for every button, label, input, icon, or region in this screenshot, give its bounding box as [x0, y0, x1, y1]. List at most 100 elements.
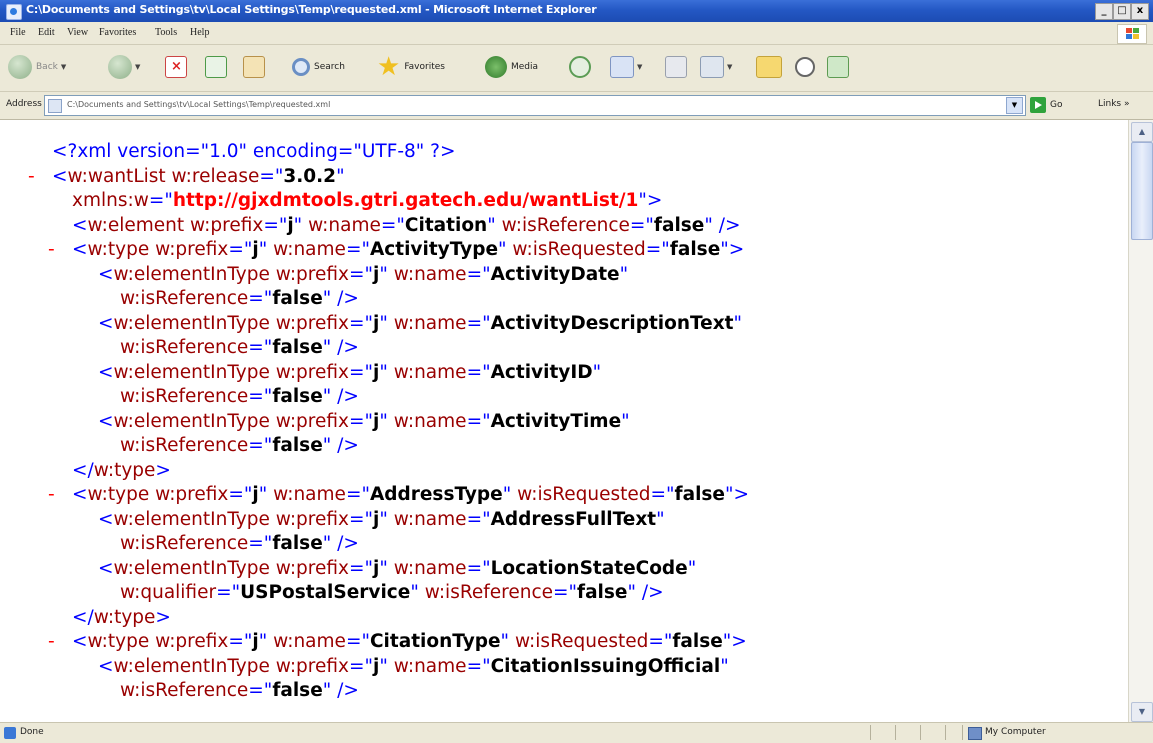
- folder-button[interactable]: [756, 52, 782, 82]
- xml-value: AddressFullText: [490, 508, 657, 530]
- xml-name: w:name: [273, 631, 346, 652]
- media-button[interactable]: Media: [485, 52, 538, 82]
- go-button[interactable]: Go: [1030, 95, 1062, 114]
- xml-markup: ": [379, 263, 394, 285]
- favorites-button[interactable]: ★ Favorites: [377, 52, 445, 82]
- xml-markup: =": [348, 410, 373, 432]
- collapse-toggle[interactable]: -: [48, 238, 55, 262]
- back-button[interactable]: Back ▼: [8, 52, 66, 82]
- xml-name: w:elementInType w:prefix: [113, 361, 349, 383]
- xml-value: false: [577, 582, 628, 603]
- edit-button[interactable]: ▼: [700, 52, 732, 82]
- menu-edit[interactable]: Edit: [38, 27, 55, 38]
- ie-icon: [6, 4, 22, 20]
- xml-line: w:qualifier="USPostalService" w:isRefere…: [120, 581, 664, 605]
- search-label: Search: [314, 62, 345, 72]
- xml-value: ActivityType: [369, 239, 498, 260]
- xml-markup: =": [466, 508, 491, 530]
- title-bar[interactable]: C:\Documents and Settings\tv\Local Setti…: [0, 0, 1153, 22]
- media-icon: [485, 56, 507, 78]
- xml-markup: =": [248, 386, 273, 407]
- xml-name: w:type w:prefix: [87, 239, 229, 260]
- history-button[interactable]: [569, 52, 591, 82]
- xml-markup: <: [98, 557, 114, 579]
- vertical-scrollbar[interactable]: ▲ ▼: [1128, 120, 1153, 722]
- print-button[interactable]: [665, 52, 687, 82]
- xml-markup: ": [258, 484, 274, 505]
- xml-line: <w:elementInType w:prefix="j" w:name="Ci…: [98, 655, 729, 679]
- close-button[interactable]: x: [1131, 3, 1149, 20]
- xml-line: w:isReference="false" />: [120, 336, 359, 360]
- xml-value: ActivityID: [490, 361, 593, 383]
- maximize-button[interactable]: □: [1113, 3, 1131, 20]
- stop-button[interactable]: ×: [165, 52, 187, 82]
- collapse-toggle[interactable]: -: [28, 165, 35, 189]
- minimize-button[interactable]: _: [1095, 3, 1113, 20]
- refresh-button[interactable]: [205, 52, 227, 82]
- menu-view[interactable]: View: [67, 27, 88, 38]
- xml-line: - <w:type w:prefix="j" w:name="AddressTyp…: [48, 483, 749, 507]
- chevron-down-icon[interactable]: ▼: [1006, 97, 1023, 114]
- messenger-icon: [795, 57, 815, 77]
- xml-markup: " />: [704, 214, 741, 236]
- forward-button[interactable]: ▼: [108, 52, 140, 82]
- xml-value: false: [669, 239, 721, 260]
- xml-markup: ": [592, 361, 602, 383]
- xml-name: w:elementInType w:prefix: [113, 508, 349, 530]
- forward-arrow-icon: [108, 55, 132, 79]
- xml-name: w:isReference: [120, 386, 249, 407]
- xml-markup: =": [650, 484, 675, 505]
- folder-icon: [756, 56, 782, 78]
- menu-favorites[interactable]: Favorites: [99, 27, 136, 38]
- xml-markup: ": [621, 410, 630, 432]
- xml-markup: ": [733, 312, 743, 334]
- xml-markup: =": [345, 239, 370, 260]
- toolbar: Back ▼ ▼ × Search ★ Favorites Media ▼ ▼: [0, 45, 1153, 92]
- xml-value: false: [674, 484, 725, 505]
- scroll-up-button[interactable]: ▲: [1131, 122, 1153, 142]
- go-arrow-icon: [1030, 96, 1046, 113]
- xml-name: w:name: [273, 239, 346, 260]
- xml-markup: =": [466, 410, 491, 432]
- menu-help[interactable]: Help: [190, 27, 209, 38]
- xml-markup: <: [98, 410, 114, 432]
- back-label: Back: [36, 62, 58, 72]
- menu-file[interactable]: File: [10, 27, 26, 38]
- xml-markup: " />: [322, 533, 359, 554]
- xml-name: w:name: [273, 484, 346, 505]
- xml-value: 3.0.2: [283, 165, 337, 187]
- xml-markup: ": [336, 165, 345, 187]
- xml-line: w:isReference="false" />: [120, 287, 359, 311]
- menu-tools[interactable]: Tools: [155, 27, 177, 38]
- menu-bar: File Edit View Favorites Tools Help: [0, 22, 1153, 45]
- messenger-button[interactable]: [795, 52, 815, 82]
- xml-name: w:type: [93, 459, 156, 481]
- xml-value: USPostalService: [240, 582, 411, 603]
- xml-line: xmlns:w="http://gjxdmtools.gtri.gatech.e…: [72, 189, 662, 213]
- xml-line: <w:elementInType w:prefix="j" w:name="Ac…: [98, 263, 628, 287]
- research-button[interactable]: [827, 52, 849, 82]
- xml-markup: </: [72, 606, 94, 628]
- status-bar: Done My Computer: [0, 722, 1153, 743]
- xml-line: <w:elementInType w:prefix="j" w:name="Ac…: [98, 312, 742, 336]
- history-icon: [569, 56, 591, 78]
- collapse-toggle[interactable]: -: [48, 630, 55, 654]
- xml-value: false: [272, 435, 323, 456]
- links-button[interactable]: Links »: [1098, 99, 1130, 109]
- address-input[interactable]: C:\Documents and Settings\tv\Local Setti…: [44, 95, 1026, 116]
- mail-button[interactable]: ▼: [610, 52, 642, 82]
- xml-line: - <w:type w:prefix="j" w:name="CitationTy…: [48, 630, 747, 654]
- collapse-toggle[interactable]: -: [48, 483, 55, 507]
- stop-icon: ×: [165, 56, 187, 78]
- search-button[interactable]: Search: [292, 52, 345, 82]
- scroll-thumb[interactable]: [1131, 142, 1153, 240]
- scroll-down-button[interactable]: ▼: [1131, 702, 1153, 722]
- edit-icon: [700, 56, 724, 78]
- xml-markup: =": [553, 582, 578, 603]
- home-button[interactable]: [243, 52, 265, 82]
- favorites-label: Favorites: [404, 62, 445, 72]
- xml-value: false: [272, 680, 323, 701]
- xml-markup: ": [487, 214, 502, 236]
- xml-value: LocationStateCode: [490, 557, 688, 579]
- xml-name: w:name: [393, 557, 467, 579]
